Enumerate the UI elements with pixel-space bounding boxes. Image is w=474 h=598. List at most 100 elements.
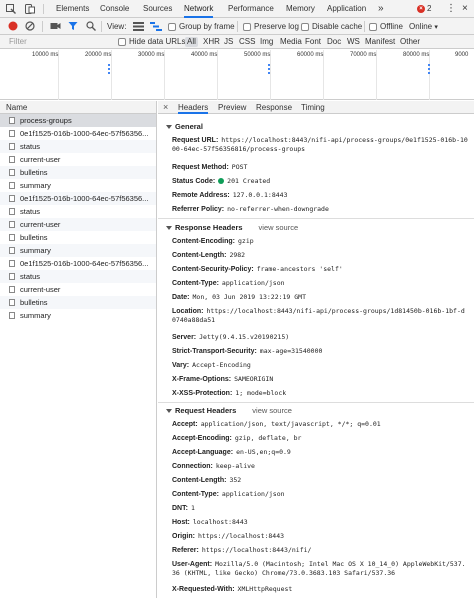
filter-input[interactable]: Filter [3, 36, 108, 47]
request-row[interactable]: summary [0, 309, 156, 322]
header-key: Origin: [172, 533, 195, 540]
close-devtools-icon[interactable]: × [462, 0, 468, 18]
file-icon [9, 117, 15, 124]
request-headers-section-toggle[interactable]: Request Headers view source [166, 406, 292, 415]
request-row[interactable]: current-user [0, 218, 156, 231]
tab-response[interactable]: Response [256, 101, 292, 114]
general-section-toggle[interactable]: General [166, 122, 203, 131]
tab-timing[interactable]: Timing [301, 101, 325, 114]
time-tick: 70000 ms [350, 52, 377, 58]
header-row: Content-Type: application/json [172, 279, 468, 288]
hide-data-urls-checkbox[interactable]: Hide data URLs [118, 35, 185, 49]
error-count: 2 [427, 4, 432, 13]
tab-network[interactable]: Network [184, 0, 214, 18]
waterfall-overview-icon[interactable] [150, 21, 162, 33]
tab-headers[interactable]: Headers [178, 101, 209, 114]
inspect-element-icon[interactable] [6, 4, 16, 16]
request-row[interactable]: bulletins [0, 231, 156, 244]
request-row[interactable]: summary [0, 179, 156, 192]
type-filter-manifest[interactable]: Manifest [365, 35, 395, 49]
header-row: Date: Mon, 03 Jun 2019 13:22:19 GMT [172, 293, 468, 302]
throttling-select[interactable]: Online ▾ [409, 18, 438, 35]
type-filter-doc[interactable]: Doc [327, 35, 341, 49]
request-name: status [20, 207, 41, 216]
hide-data-urls-label: Hide data URLs [129, 37, 186, 46]
disable-cache-checkbox[interactable]: Disable cache [301, 18, 362, 35]
header-key: Content-Type: [172, 280, 219, 287]
type-filter-font[interactable]: Font [305, 35, 321, 49]
preserve-log-checkbox[interactable]: Preserve log [243, 18, 299, 35]
view-source-link[interactable]: view source [259, 223, 299, 232]
type-filter-ws[interactable]: WS [347, 35, 360, 49]
overview-timeline[interactable]: 10000 ms 20000 ms 30000 ms 40000 ms 5000… [0, 50, 474, 100]
device-toolbar-icon[interactable] [25, 4, 35, 16]
header-value: Jetty(9.4.15.v20190215) [199, 333, 290, 341]
filter-icon[interactable] [68, 21, 78, 33]
request-row[interactable]: bulletins [0, 296, 156, 309]
header-row: Accept-Language: en-US,en;q=0.9 [172, 448, 468, 457]
type-filter-img[interactable]: Img [260, 35, 273, 49]
section-divider [158, 218, 474, 219]
file-icon [9, 247, 15, 254]
tab-console[interactable]: Console [100, 0, 129, 18]
header-row: Accept: application/json, text/javascript… [172, 420, 468, 429]
header-key: Accept-Encoding: [172, 435, 232, 442]
request-row[interactable]: bulletins [0, 166, 156, 179]
request-name: bulletins [20, 168, 48, 177]
request-row[interactable]: 0e1f1525-016b-1000-64ec-57f56356... [0, 257, 156, 270]
request-row[interactable]: current-user [0, 153, 156, 166]
header-key: Server: [172, 334, 197, 341]
kebab-menu-icon[interactable]: ⋮ [446, 0, 456, 18]
request-row[interactable]: 0e1f1525-016b-1000-64ec-57f56356... [0, 192, 156, 205]
response-headers-section-toggle[interactable]: Response Headers view source [166, 223, 298, 232]
header-value: https://localhost:8443 [197, 532, 285, 540]
expand-triangle-icon [166, 409, 172, 414]
header-row: Location: https://localhost:8443/nifi-api… [172, 307, 468, 325]
header-row: Origin: https://localhost:8443 [172, 532, 468, 541]
close-details-icon[interactable]: × [163, 101, 168, 114]
throttling-value: Online [409, 22, 433, 31]
clear-icon[interactable] [25, 21, 35, 33]
type-filter-js[interactable]: JS [224, 35, 233, 49]
expand-triangle-icon [166, 226, 172, 231]
request-row[interactable]: 0e1f1525-016b-1000-64ec-57f56356... [0, 127, 156, 140]
type-filter-css[interactable]: CSS [239, 35, 255, 49]
tab-elements[interactable]: Elements [56, 0, 89, 18]
search-icon[interactable] [86, 21, 96, 33]
request-row[interactable]: status [0, 270, 156, 283]
header-key: Remote Address: [172, 192, 230, 199]
header-key: Content-Length: [172, 477, 227, 484]
file-icon [9, 182, 15, 189]
header-value: POST [231, 163, 248, 171]
request-row[interactable]: status [0, 205, 156, 218]
large-rows-icon[interactable] [133, 21, 144, 33]
name-column-header[interactable]: Name [0, 101, 156, 114]
error-icon: × [417, 4, 425, 13]
request-marker [428, 64, 430, 74]
tab-application[interactable]: Application [327, 0, 366, 18]
tab-sources[interactable]: Sources [143, 0, 172, 18]
type-filter-media[interactable]: Media [280, 35, 302, 49]
capture-screenshots-icon[interactable] [50, 21, 61, 33]
type-filter-all[interactable]: All [185, 37, 198, 47]
header-value: 127.0.0.1:8443 [232, 191, 288, 199]
tab-preview[interactable]: Preview [218, 101, 246, 114]
error-counter[interactable]: × 2 [417, 3, 431, 14]
offline-checkbox[interactable]: Offline [369, 18, 403, 35]
type-filter-other[interactable]: Other [400, 35, 420, 49]
record-icon[interactable] [8, 21, 18, 33]
request-row[interactable]: summary [0, 244, 156, 257]
view-source-link[interactable]: view source [252, 406, 292, 415]
tab-memory[interactable]: Memory [286, 0, 315, 18]
request-row[interactable]: status [0, 140, 156, 153]
request-name: summary [20, 311, 51, 320]
request-row[interactable]: current-user [0, 283, 156, 296]
request-name: current-user [20, 155, 61, 164]
group-by-frame-checkbox[interactable]: Group by frame [168, 18, 235, 35]
header-row: Host: localhost:8443 [172, 518, 468, 527]
type-filter-xhr[interactable]: XHR [203, 35, 220, 49]
request-row[interactable]: process-groups [0, 114, 156, 127]
tab-performance[interactable]: Performance [228, 0, 274, 18]
header-row: Referrer Policy: no-referrer-when-downgra… [172, 205, 468, 214]
more-tabs-chevron-icon[interactable]: » [378, 0, 384, 18]
